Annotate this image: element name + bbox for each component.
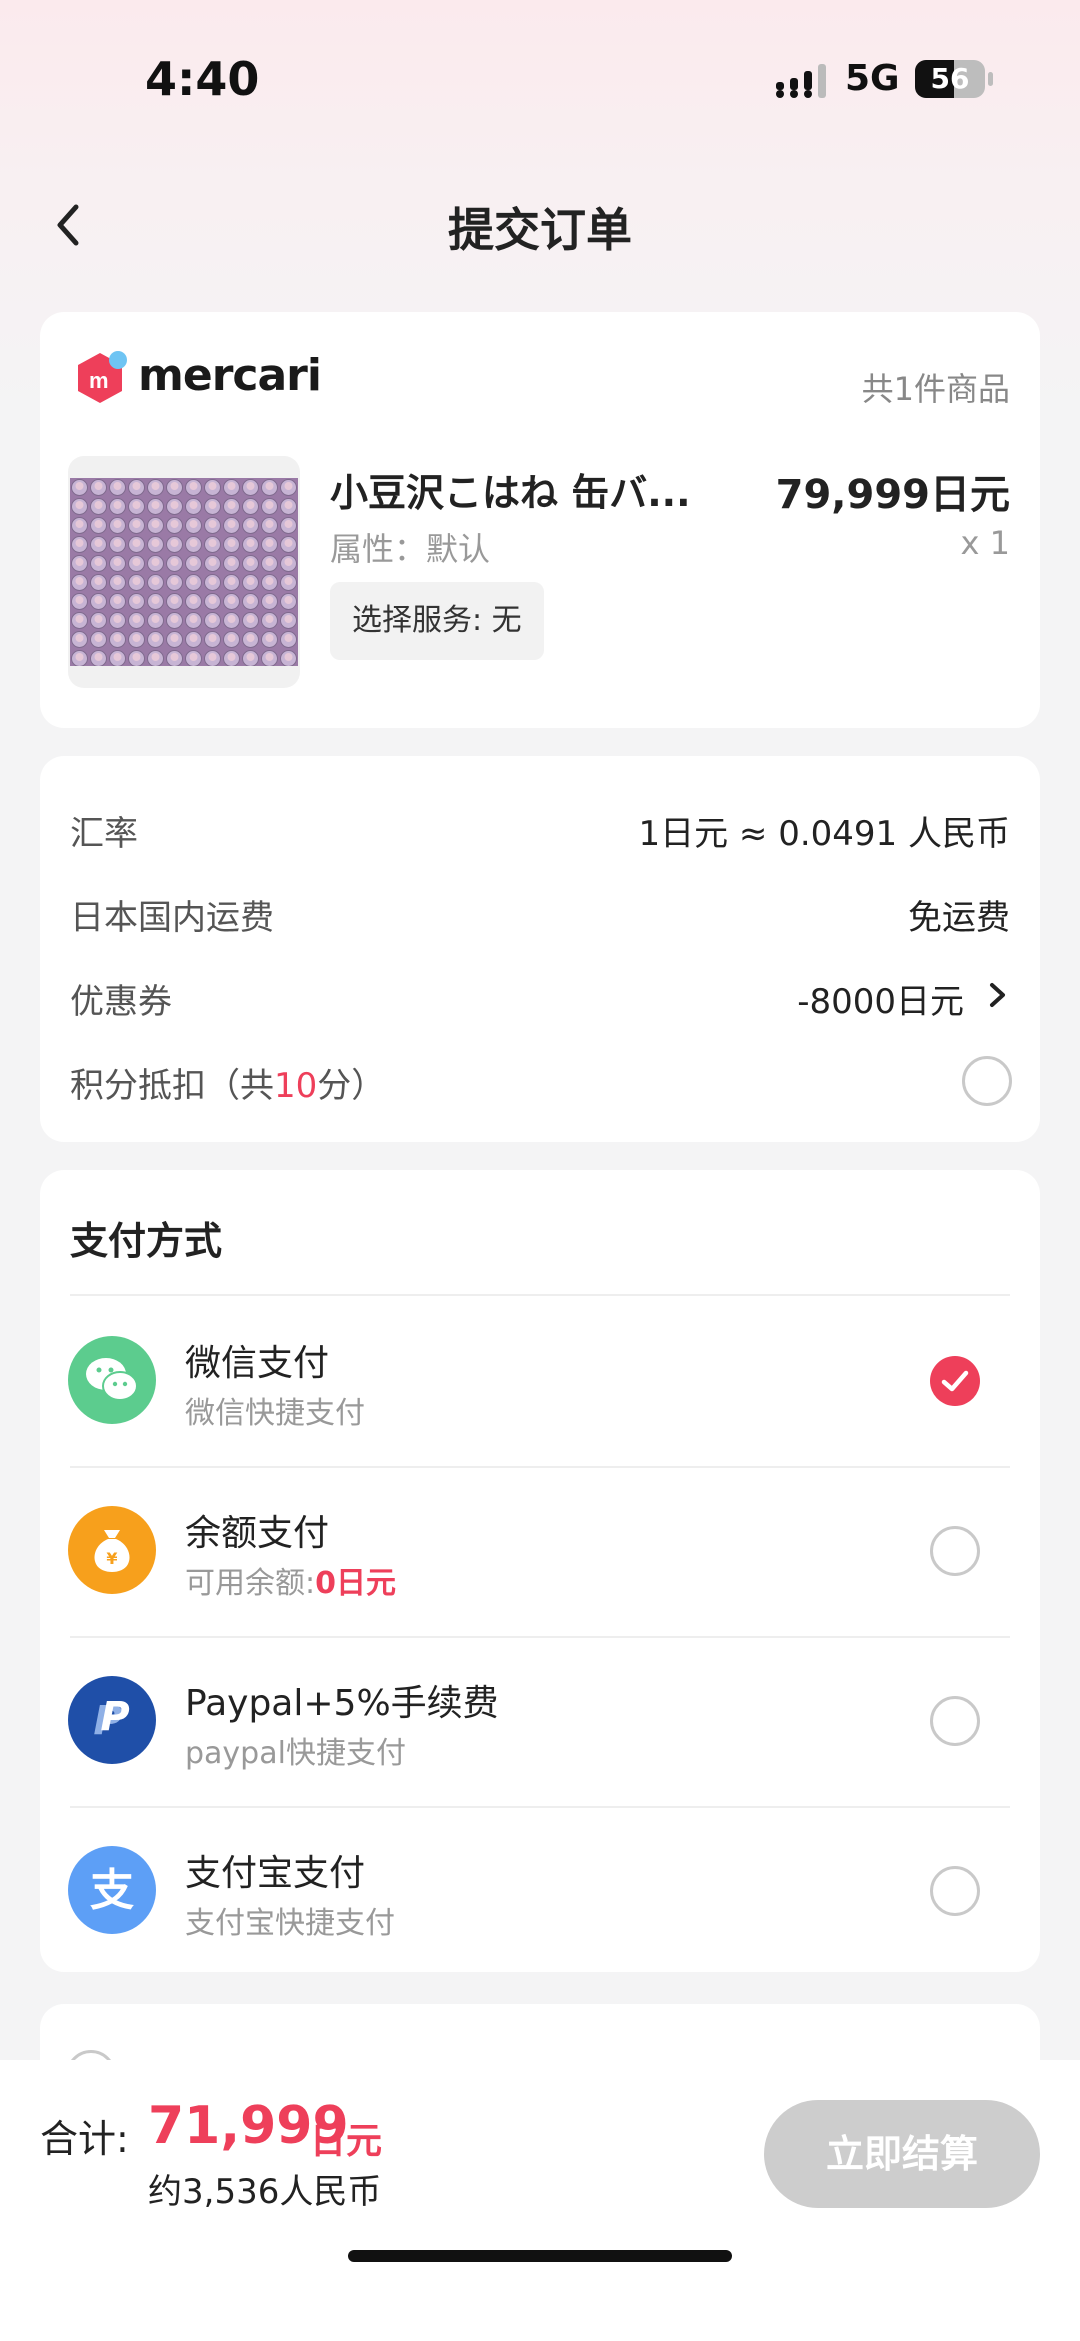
points-label: 积分抵扣（共10分） <box>70 1058 385 1107</box>
exchange-rate-label: 汇率 <box>70 814 138 854</box>
svg-text:P: P <box>100 1694 129 1740</box>
brand-name: mercari <box>138 350 322 401</box>
nav-bar: 提交订单 <box>0 180 1080 270</box>
payment-name: 余额支付 <box>185 1513 330 1554</box>
paypal-icon: P P <box>68 1676 156 1764</box>
payment-option-wechat[interactable]: 微信支付 微信快捷支付 <box>40 1296 1040 1466</box>
product-image[interactable] <box>68 456 300 688</box>
payment-radio[interactable] <box>930 1526 980 1576</box>
payment-name: Paypal+5%手续费 <box>185 1683 499 1724</box>
alipay-icon: 支 <box>68 1846 156 1934</box>
points-prefix: 积分抵扣（共 <box>70 1066 274 1106</box>
shipping-label: 日本国内运费 <box>70 898 274 938</box>
checkout-button[interactable]: 立即结算 <box>764 2100 1040 2208</box>
exchange-rate-row: 汇率 1日元 ≈ 0.0491 人民币 <box>70 798 1010 858</box>
total-unit: 日元 <box>310 2121 383 2162</box>
chevron-right-icon[interactable] <box>986 980 1010 1010</box>
exchange-rate-value: 1日元 ≈ 0.0491 人民币 <box>638 814 1010 854</box>
signal-icon <box>776 64 826 98</box>
product-quantity: x 1 <box>960 524 1010 562</box>
payment-subtitle: paypal快捷支付 <box>185 1736 406 1771</box>
shipping-value: 免运费 <box>908 898 1010 938</box>
payment-subtitle: 支付宝快捷支付 <box>185 1906 395 1941</box>
check-selected-icon[interactable] <box>930 1356 980 1406</box>
coupon-value: -8000日元 <box>797 982 964 1022</box>
mercari-logo-icon: m <box>78 351 127 403</box>
checkout-bar: 合计: 71,999 日元 约3,536人民币 立即结算 <box>0 2060 1080 2341</box>
order-card: m mercari 共1件商品 小豆沢こはね 缶バ... 79,999日元 属性… <box>40 312 1040 728</box>
balance-value: 0日元 <box>315 1566 396 1601</box>
battery-tip <box>988 72 993 86</box>
page-title: 提交订单 <box>448 203 632 257</box>
payment-option-balance[interactable]: ¥ 余额支付 可用余额:0日元 <box>40 1466 1040 1636</box>
svg-text:m: m <box>89 368 109 393</box>
points-count: 10 <box>274 1066 318 1106</box>
product-attribute: 属性：默认 <box>330 530 491 568</box>
service-select-chip[interactable]: 选择服务: 无 <box>330 582 544 660</box>
wechat-pay-icon <box>68 1336 156 1424</box>
total-rmb: 约3,536人民币 <box>148 2172 382 2212</box>
svg-text:支: 支 <box>90 1865 134 1916</box>
fees-card: 汇率 1日元 ≈ 0.0491 人民币 日本国内运费 免运费 优惠券 -8000… <box>40 756 1040 1142</box>
balance-label: 可用余额: <box>185 1566 316 1601</box>
home-indicator[interactable] <box>348 2250 732 2262</box>
network-type: 5G <box>845 58 900 99</box>
money-bag-icon: ¥ <box>68 1506 156 1594</box>
total-label: 合计: <box>40 2117 129 2161</box>
payment-radio[interactable] <box>930 1696 980 1746</box>
payment-option-alipay[interactable]: 支 支付宝支付 支付宝快捷支付 <box>40 1806 1040 1976</box>
payment-card: 支付方式 微信支付 微信快捷支付 ¥ 余额支付 可用余额:0日元 P P Pay… <box>40 1170 1040 1972</box>
coupon-label: 优惠券 <box>70 982 172 1022</box>
item-count: 共1件商品 <box>861 370 1010 408</box>
points-radio[interactable] <box>962 1056 1012 1106</box>
payment-title: 支付方式 <box>70 1219 223 1263</box>
battery-icon: 56 <box>915 60 985 98</box>
svg-text:¥: ¥ <box>106 1549 117 1568</box>
payment-radio[interactable] <box>930 1866 980 1916</box>
payment-name: 微信支付 <box>185 1343 330 1384</box>
battery-level: 56 <box>930 62 970 95</box>
points-row[interactable]: 积分抵扣（共10分） <box>70 1050 1010 1110</box>
payment-subtitle: 微信快捷支付 <box>185 1396 365 1431</box>
status-bar: 4:40 5G 56 <box>0 0 1080 160</box>
points-suffix: 分） <box>317 1066 386 1106</box>
payment-option-paypal[interactable]: P P Paypal+5%手续费 paypal快捷支付 <box>40 1636 1040 1806</box>
coupon-row[interactable]: 优惠券 -8000日元 <box>70 966 1010 1026</box>
payment-name: 支付宝支付 <box>185 1853 366 1894</box>
status-time: 4:40 <box>145 52 260 106</box>
payment-subtitle: 可用余额:0日元 <box>185 1558 396 1602</box>
product-price: 79,999日元 <box>775 472 1010 518</box>
shipping-row: 日本国内运费 免运费 <box>70 882 1010 942</box>
product-name: 小豆沢こはね 缶バ... <box>330 471 691 515</box>
